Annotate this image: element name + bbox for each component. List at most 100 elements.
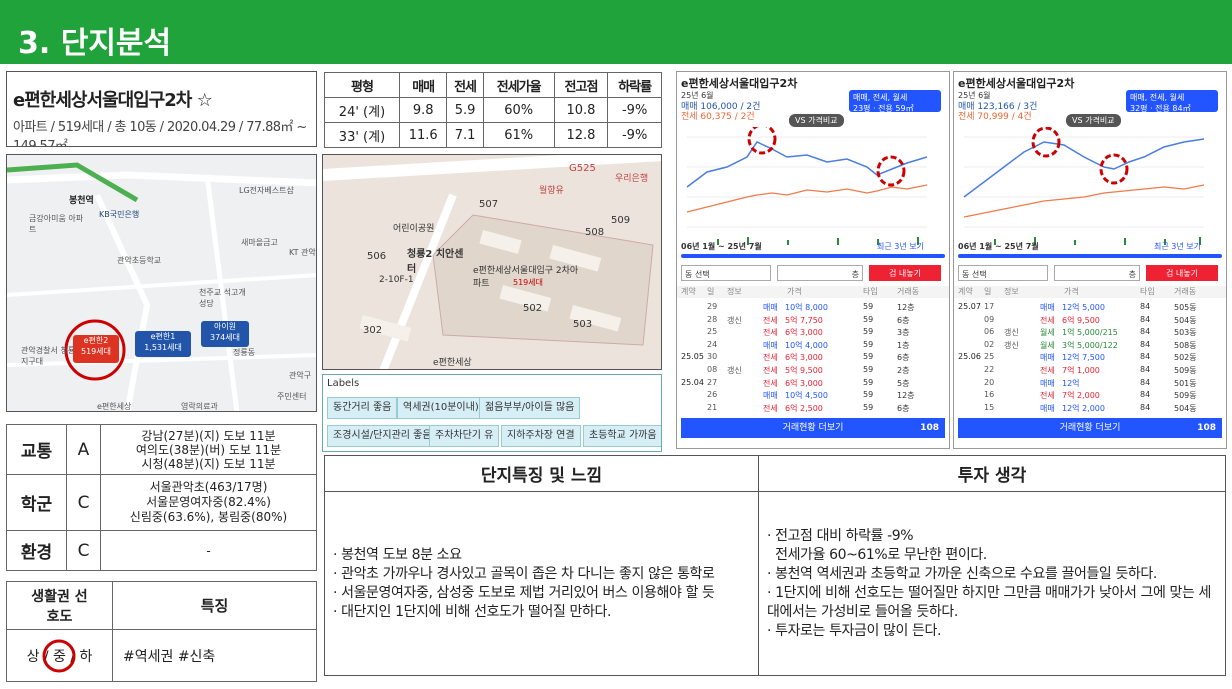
complex-marker[interactable]: 아이원 374세대 [201, 321, 249, 347]
pref-value: 상 / 중 / 하 [6, 629, 113, 682]
cell-kind: 매매 [1040, 403, 1055, 413]
reset-button[interactable]: 검 내놓기 [1146, 265, 1218, 281]
label-chip[interactable]: 동간거리 좋음 [327, 397, 398, 419]
reset-button[interactable]: 검 내놓기 [869, 265, 941, 281]
floor-input[interactable]: 층 [777, 265, 863, 281]
col-header: 하락률 [607, 72, 662, 98]
area-map[interactable]: 봉천역 KB국민은행 금강아미움 아파트 LG전자베스트샵 새마을금고 KT 관… [6, 154, 317, 412]
complex-marker[interactable]: e편한1 1,531세대 [135, 331, 191, 357]
floor-input[interactable]: 층 [1054, 265, 1140, 281]
type-selector-sub: 32평 · 전용 84㎡ [1130, 104, 1191, 113]
labels-title: Labels [327, 378, 360, 389]
recent-3y-link[interactable]: 최근 3년 보기 [1154, 241, 1201, 252]
detail-line: 서울관악초(463/17명) [149, 480, 268, 494]
type-selector[interactable]: 매매, 전세, 월세 23평 · 전용 59㎡ [849, 90, 941, 113]
cell-d: 28 [707, 314, 718, 324]
marker-name: 아이원 [213, 322, 237, 331]
cell-d: 06 [984, 327, 995, 337]
complex-summary: 아파트 / 519세대 / 총 10동 / 2020.04.29 / 77.88… [13, 120, 307, 147]
cell-ym: 25.05 [681, 352, 704, 362]
cell-bld: 509동 [1174, 366, 1197, 375]
jeonse-average: 전세 70,999 / 4건 [958, 112, 1032, 122]
col-header: 거래동 [1174, 287, 1197, 296]
label-chip[interactable]: 지하주차장 연결 [501, 425, 581, 447]
transaction-row: 08 갱신 전세 5억 9,500 59 2층 [677, 365, 949, 377]
label-chip[interactable]: 주차차단기 유 [429, 425, 500, 447]
cell-kind: 매매 [763, 391, 778, 401]
map-label: 새마을금고 [241, 238, 278, 247]
cell-kind: 매매 [1040, 303, 1055, 312]
map-label: KB국민은행 [99, 210, 140, 219]
complex-title-box: e편한세상서울대입구2차 ☆ 아파트 / 519세대 / 총 10동 / 202… [6, 71, 317, 147]
cell-kind: 전세 [1040, 391, 1055, 401]
cell-d: 15 [984, 402, 995, 412]
col-header: 매매 [398, 72, 448, 98]
detail-line: 강남(27분)(지) 도보 11분 [141, 428, 276, 443]
map-label: 관악구 [289, 371, 312, 380]
table-row: 환경 C - [6, 530, 317, 571]
cell-price: 12억 5,000 [1062, 303, 1105, 312]
period-slider[interactable] [958, 254, 1222, 258]
cell-bld: 12층 [897, 303, 915, 312]
complex-marker[interactable]: e편한2 519세대 [73, 335, 119, 363]
label-chip[interactable]: 역세권(10분이내) [397, 397, 485, 419]
detail-line: 시청(48분)(지) 도보 11분 [141, 456, 276, 471]
col-header: 일 [984, 287, 992, 296]
more-transactions-button[interactable]: 거래현황 더보기 108 [958, 418, 1222, 438]
transaction-row: 29 매매 10억 8,000 59 12층 [677, 302, 949, 314]
cell-bld: 1층 [897, 340, 910, 350]
dong-select[interactable]: 동 선택 [681, 265, 771, 281]
cell-d: 22 [984, 365, 995, 374]
cell-price: 7억 2,000 [1062, 391, 1100, 401]
compare-button[interactable]: VS 가격비교 [1066, 114, 1121, 127]
cell-kind: 전세 [763, 366, 778, 375]
transaction-row: 26 매매 10억 4,500 59 12층 [677, 390, 949, 402]
cell-d: 20 [984, 377, 995, 387]
map-label: 어린이공원 [393, 224, 435, 234]
cell-ym: 25.07 [958, 302, 981, 311]
cell-info: 갱신 [727, 366, 742, 375]
map-label: 영락의료과 [181, 402, 218, 411]
price-app-panel-24: e편한세상서울대입구2차 25년 6월 매매 106,000 / 2건 전세 6… [676, 71, 950, 449]
cell-d: 25 [984, 352, 995, 362]
detail-line: 신림중(63.6%), 봉림중(80%) [129, 510, 288, 524]
recent-3y-link[interactable]: 최근 3년 보기 [877, 241, 924, 252]
type-selector[interactable]: 매매, 전세, 월세 32평 · 전용 84㎡ [1126, 90, 1218, 113]
cell-kind: 전세 [763, 353, 778, 363]
cell-kind: 전세 [763, 403, 778, 413]
type-selector-sub: 23평 · 전용 59㎡ [853, 104, 914, 113]
map-label: 관악경찰서 청룡지구대 [21, 346, 76, 366]
col-header: 계약 [681, 287, 696, 296]
map-label: 청룡2 치안센터 [407, 249, 464, 275]
more-transactions-button[interactable]: 거래현황 더보기 108 [681, 418, 945, 438]
compare-button[interactable]: VS 가격비교 [789, 114, 844, 127]
label-chip[interactable]: 젊음부부/아이들 많음 [479, 397, 581, 419]
label-chip[interactable]: 초등학교 가까움 [583, 425, 661, 447]
cell-bld: 6층 [897, 403, 910, 413]
period-slider[interactable] [681, 254, 945, 258]
table-row: 교통 A 강남(27분)(지) 도보 11분 여의도(38분)(버) 도보 11… [6, 424, 317, 475]
label-chip[interactable]: 조경시설/단지관리 좋음 [327, 425, 438, 447]
table-row: 상 / 중 / 하 #역세권 #신축 [6, 629, 317, 682]
map-label: 봉천역 [69, 196, 94, 206]
cell: 12.8 [553, 122, 609, 148]
site-map[interactable]: G525 월향유 507 어린이공원 2-10F-1 청룡2 치안센터 e편한세… [322, 154, 662, 370]
cell-info: 갱신 [1004, 340, 1019, 350]
cell-d: 08 [707, 365, 718, 374]
table-row: 학군 C 서울관악초(463/17명) 서울문영여자중(82.4%) 신림중(6… [6, 474, 317, 531]
detail-line: - [206, 543, 211, 558]
cell-type: 84 [1140, 365, 1151, 374]
eval-category: 환경 [6, 530, 67, 571]
period-label: 06년 1월 ~ 25년 7월 [681, 242, 762, 251]
dong-select[interactable]: 동 선택 [958, 265, 1048, 281]
transaction-row: 02 갱신 월세 3억 5,000/122 84 508동 [954, 340, 1226, 352]
cell-info: 갱신 [1004, 328, 1019, 338]
cell-kind: 전세 [763, 315, 778, 325]
period-label: 06년 1월 ~ 25년 7월 [958, 242, 1039, 251]
cell-price: 5억 7,750 [785, 315, 823, 325]
eval-grade: A [66, 424, 101, 475]
cell-price: 10억 4,000 [785, 340, 828, 350]
cell-type: 59 [863, 327, 874, 337]
cell: -9% [607, 122, 662, 148]
transaction-row: 06 갱신 월세 1억 5,000/215 84 503동 [954, 327, 1226, 339]
